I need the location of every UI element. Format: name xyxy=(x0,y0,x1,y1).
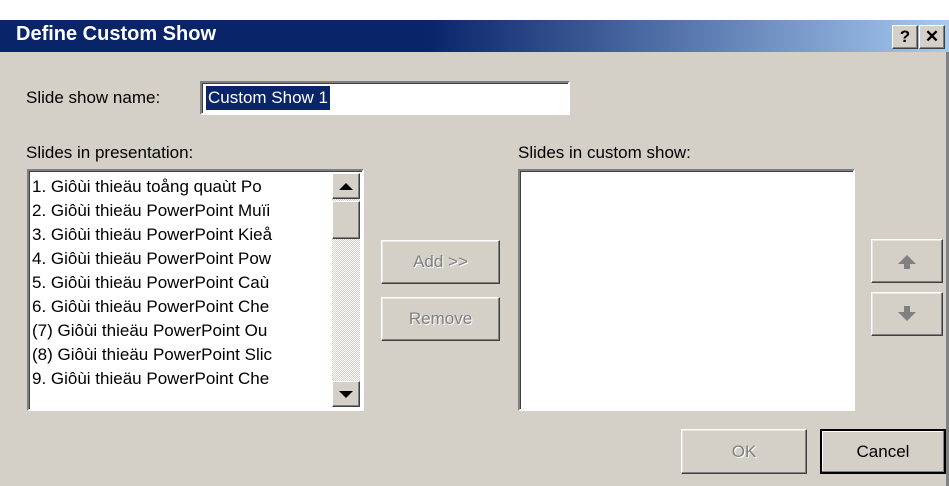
slides-in-presentation-label: Slides in presentation: xyxy=(26,143,194,162)
slide-show-name-input[interactable]: Custom Show 1 xyxy=(200,81,570,115)
slide-list-item[interactable]: 5. Giôùi thieäu PowerPoint Caù xyxy=(32,271,332,295)
cancel-button[interactable]: Cancel xyxy=(820,429,946,474)
ok-button[interactable]: OK xyxy=(681,429,807,474)
slide-list-item[interactable]: 3. Giôùi thieäu PowerPoint Kieå xyxy=(32,223,332,247)
down-arrow-icon xyxy=(339,390,353,398)
slide-list-item[interactable]: 2. Giôùi thieäu PowerPoint Muïi xyxy=(32,199,332,223)
slide-list-item[interactable]: 1. Giôùi thieäu toång quaùt Po xyxy=(32,175,332,199)
add-button[interactable]: Add >> xyxy=(381,240,500,284)
slide-list-item[interactable]: 9. Giôùi thieäu PowerPoint Che xyxy=(32,367,332,391)
list-items: 1. Giôùi thieäu toång quaùt Po 2. Giôùi t… xyxy=(32,175,332,391)
dialog-title: Define Custom Show xyxy=(16,23,217,45)
move-down-button[interactable] xyxy=(871,292,943,336)
slide-show-name-value: Custom Show 1 xyxy=(206,86,330,110)
slides-in-presentation-list[interactable]: 1. Giôùi thieäu toång quaùt Po 2. Giôùi t… xyxy=(27,169,364,411)
scroll-down-button[interactable] xyxy=(332,381,360,407)
help-button[interactable]: ? xyxy=(892,25,918,49)
scroll-up-button[interactable] xyxy=(332,173,360,199)
close-button[interactable]: ✕ xyxy=(919,25,945,49)
up-arrow-icon xyxy=(339,182,353,190)
move-up-button[interactable] xyxy=(871,239,943,283)
remove-button[interactable]: Remove xyxy=(381,297,500,341)
arrow-down-icon xyxy=(898,305,916,321)
arrow-up-icon xyxy=(898,254,916,269)
slide-list-item[interactable]: 4. Giôùi thieäu PowerPoint Pow xyxy=(32,247,332,271)
slides-in-custom-show-list[interactable] xyxy=(518,169,855,411)
slides-in-custom-show-label: Slides in custom show: xyxy=(518,143,691,162)
slide-show-name-label: Slide show name: xyxy=(26,88,161,107)
slide-list-item[interactable]: 6. Giôùi thieäu PowerPoint Che xyxy=(32,295,332,319)
dialog-title-bar: Define Custom Show ? ✕ xyxy=(0,0,949,52)
scroll-thumb[interactable] xyxy=(332,201,360,239)
slide-list-item[interactable]: (7) Giôùi thieäu PowerPoint Ou xyxy=(32,319,332,343)
slide-list-item[interactable]: (8) Giôùi thieäu PowerPoint Slic xyxy=(32,343,332,367)
vertical-scrollbar[interactable] xyxy=(332,173,360,407)
